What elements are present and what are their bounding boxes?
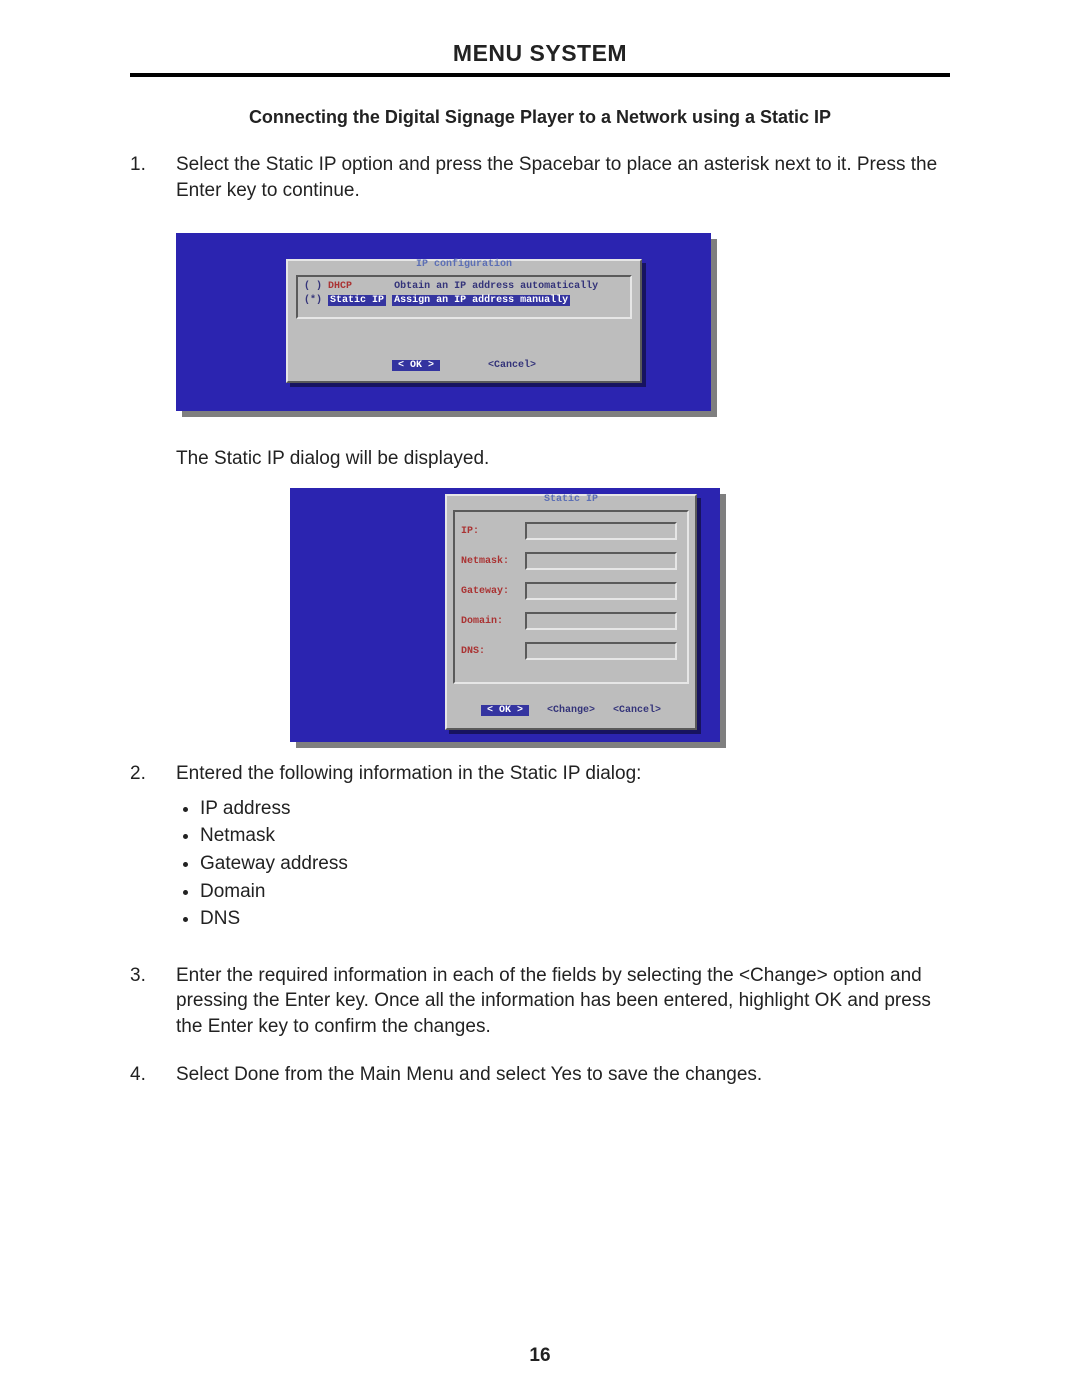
dialog-title: Static IP: [447, 494, 695, 505]
cancel-button[interactable]: <Cancel>: [488, 360, 536, 371]
steps-list-continued: 2. Entered the following information in …: [130, 761, 950, 1087]
bullet-dns: DNS: [200, 905, 950, 933]
label-netmask: Netmask:: [461, 556, 509, 567]
header-rule: [130, 73, 950, 77]
radio-marker: (*): [304, 295, 322, 306]
dialog-buttons: < OK > <Cancel>: [288, 360, 640, 371]
step-text: Select the Static IP option and press th…: [176, 152, 950, 203]
section-subheader: Connecting the Digital Signage Player to…: [130, 107, 950, 128]
label-domain: Domain:: [461, 616, 503, 627]
input-dns[interactable]: [525, 642, 677, 660]
dialog-title: IP configuration: [288, 259, 640, 270]
bullet-netmask: Netmask: [200, 822, 950, 850]
dialog-window: IP configuration ( ) DHCP Obtain an IP a…: [286, 259, 642, 383]
radio-marker: ( ): [304, 281, 322, 292]
option-desc: Obtain an IP address automatically: [394, 281, 598, 292]
dialog-buttons: < OK > <Change> <Cancel>: [447, 705, 695, 716]
step-2: 2. Entered the following information in …: [130, 761, 950, 932]
document-page: MENU SYSTEM Connecting the Digital Signa…: [0, 0, 1080, 1397]
steps-list: 1. Select the Static IP option and press…: [130, 152, 950, 203]
step-number: 3.: [130, 963, 176, 1040]
step-number: 2.: [130, 761, 176, 932]
page-number: 16: [0, 1345, 1080, 1367]
step-3: 3. Enter the required information in eac…: [130, 963, 950, 1040]
figure-caption: The Static IP dialog will be displayed.: [176, 448, 950, 470]
screenshot-ip-config: IP configuration ( ) DHCP Obtain an IP a…: [176, 233, 711, 411]
change-button[interactable]: <Change>: [547, 705, 595, 716]
ok-button[interactable]: < OK >: [481, 705, 529, 716]
step-text: Enter the required information in each o…: [176, 963, 950, 1040]
input-domain[interactable]: [525, 612, 677, 630]
dialog-window: Static IP IP: Netmask: Gateway: Domain: …: [445, 494, 697, 730]
step-number: 4.: [130, 1062, 176, 1088]
cancel-button[interactable]: <Cancel>: [613, 705, 661, 716]
label-gateway: Gateway:: [461, 586, 509, 597]
bullet-domain: Domain: [200, 878, 950, 906]
ok-button[interactable]: < OK >: [392, 360, 440, 371]
input-ip[interactable]: [525, 522, 677, 540]
input-netmask[interactable]: [525, 552, 677, 570]
page-header: MENU SYSTEM: [130, 40, 950, 67]
step-1: 1. Select the Static IP option and press…: [130, 152, 950, 203]
step-text: Entered the following information in the…: [176, 763, 641, 784]
bullet-gateway: Gateway address: [200, 850, 950, 878]
label-dns: DNS:: [461, 646, 485, 657]
field-bullet-list: IP address Netmask Gateway address Domai…: [200, 795, 950, 933]
step-text: Select Done from the Main Menu and selec…: [176, 1062, 950, 1088]
option-desc-selected: Assign an IP address manually: [392, 295, 570, 306]
option-static-ip[interactable]: (*) Static IP Assign an IP address manua…: [304, 294, 624, 308]
option-dhcp[interactable]: ( ) DHCP Obtain an IP address automatica…: [304, 280, 624, 294]
step-4: 4. Select Done from the Main Menu and se…: [130, 1062, 950, 1088]
dialog-fields-box: IP: Netmask: Gateway: Domain: DNS:: [453, 510, 689, 684]
bullet-ip: IP address: [200, 795, 950, 823]
screenshot-static-ip: Static IP IP: Netmask: Gateway: Domain: …: [290, 488, 720, 742]
dialog-options-box: ( ) DHCP Obtain an IP address automatica…: [296, 275, 632, 319]
step-number: 1.: [130, 152, 176, 203]
label-ip: IP:: [461, 526, 479, 537]
option-label: DHCP: [328, 281, 352, 292]
option-label-selected: Static IP: [328, 295, 386, 306]
input-gateway[interactable]: [525, 582, 677, 600]
